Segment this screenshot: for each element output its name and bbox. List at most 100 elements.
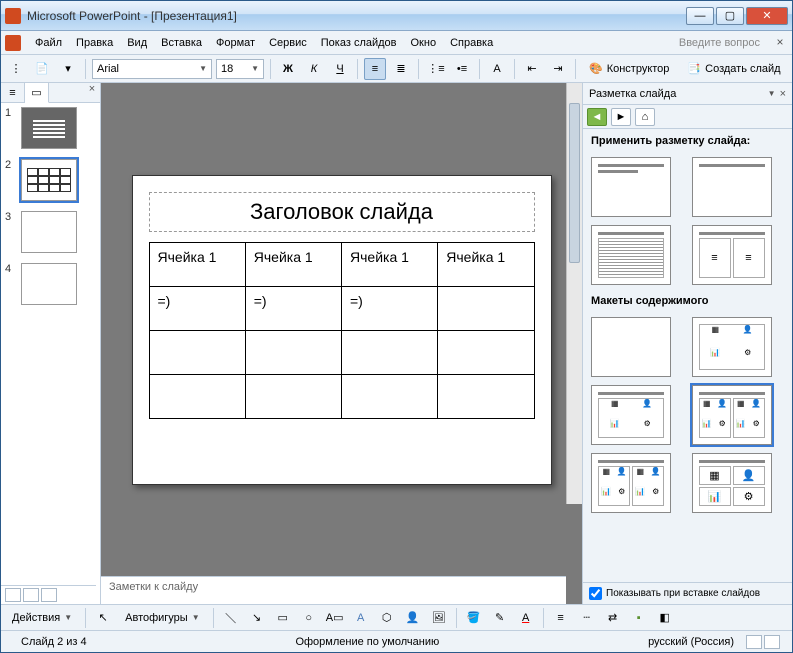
table-cell[interactable] — [438, 330, 534, 374]
new-slide-button[interactable]: 📑 Создать слайд — [680, 58, 787, 80]
font-grow-button[interactable]: A — [486, 58, 508, 80]
slide-title-placeholder[interactable]: Заголовок слайда — [149, 192, 535, 232]
designer-button[interactable]: 🎨 Конструктор — [582, 58, 676, 80]
menu-window[interactable]: Окно — [405, 34, 443, 52]
thumbnail[interactable] — [21, 107, 77, 149]
layout-title-content[interactable] — [591, 225, 671, 285]
autoshapes-menu[interactable]: Автофигуры ▼ — [118, 607, 207, 629]
align-left-button[interactable]: ≡ — [364, 58, 386, 80]
table-cell[interactable]: Ячейка 1 — [149, 242, 245, 286]
increase-indent-button[interactable]: ⇥ — [547, 58, 569, 80]
close-button[interactable]: ✕ — [746, 7, 788, 25]
table-cell[interactable]: Ячейка 1 — [438, 242, 534, 286]
table-cell[interactable]: Ячейка 1 — [342, 242, 438, 286]
font-color-icon[interactable]: A — [515, 607, 537, 629]
status-view-btn[interactable] — [746, 635, 762, 649]
arrow-style-icon[interactable]: ⇄ — [602, 607, 624, 629]
menu-insert[interactable]: Вставка — [155, 34, 208, 52]
table-cell[interactable]: Ячейка 1 — [245, 242, 341, 286]
italic-button[interactable]: К — [303, 58, 325, 80]
panel-close-icon[interactable]: × — [84, 83, 100, 102]
new-doc-icon[interactable]: 📄 — [31, 58, 53, 80]
bulleted-list-button[interactable]: •≡ — [451, 58, 473, 80]
picture-tool-icon[interactable]: 🖼 — [428, 607, 450, 629]
decrease-indent-button[interactable]: ⇤ — [521, 58, 543, 80]
thumbnail-row[interactable]: 3 — [5, 211, 96, 253]
line-color-icon[interactable]: ✎ — [489, 607, 511, 629]
underline-button[interactable]: Ч — [329, 58, 351, 80]
sorter-view-button[interactable] — [23, 588, 39, 602]
layout-four-content[interactable]: ▦👤📊⚙ — [692, 453, 772, 513]
chevron-down-icon[interactable]: ▼ — [768, 89, 776, 98]
thumbnail[interactable] — [21, 211, 77, 253]
outline-tab[interactable]: ≡ — [1, 83, 25, 102]
show-on-insert-checkbox[interactable] — [589, 587, 602, 600]
select-tool-icon[interactable]: ↖ — [92, 607, 114, 629]
table-cell[interactable] — [438, 286, 534, 330]
slide-canvas[interactable]: Заголовок слайда Ячейка 1 Ячейка 1 Ячейк… — [101, 83, 582, 576]
textbox-tool-icon[interactable]: A▭ — [324, 607, 346, 629]
task-close-icon[interactable]: × — [780, 88, 786, 100]
layout-title-two-content-icons[interactable]: ▦👤📊⚙▦👤📊⚙ — [692, 385, 772, 445]
table-cell[interactable] — [245, 374, 341, 418]
table-cell[interactable] — [149, 330, 245, 374]
font-size-select[interactable]: 18 ▼ — [216, 59, 264, 79]
fill-color-icon[interactable]: 🪣 — [463, 607, 485, 629]
status-view-btn[interactable] — [764, 635, 780, 649]
clipart-tool-icon[interactable]: 👤 — [402, 607, 424, 629]
slideshow-view-button[interactable] — [41, 588, 57, 602]
nav-back-button[interactable]: ◄ — [587, 108, 607, 126]
vertical-scrollbar[interactable] — [566, 83, 582, 504]
slide-table[interactable]: Ячейка 1 Ячейка 1 Ячейка 1 Ячейка 1 =) =… — [149, 242, 535, 419]
table-cell[interactable]: =) — [149, 286, 245, 330]
normal-view-button[interactable] — [5, 588, 21, 602]
layout-comparison[interactable]: ▦👤📊⚙▦👤📊⚙ — [591, 453, 671, 513]
thumbnail[interactable] — [21, 263, 77, 305]
thumbnail-row[interactable]: 1 — [5, 107, 96, 149]
menu-slideshow[interactable]: Показ слайдов — [315, 34, 403, 52]
table-cell[interactable] — [342, 330, 438, 374]
toolbar-handle-icon[interactable]: ⋮ — [5, 58, 27, 80]
font-select[interactable]: Arial ▼ — [92, 59, 212, 79]
align-center-button[interactable]: ≣ — [390, 58, 412, 80]
thumbnail-row[interactable]: 2 — [5, 159, 96, 201]
layout-content[interactable]: ▦👤📊⚙ — [692, 317, 772, 377]
scrollbar-thumb[interactable] — [569, 103, 580, 263]
3d-icon[interactable]: ◧ — [654, 607, 676, 629]
diagram-tool-icon[interactable]: ⬡ — [376, 607, 398, 629]
mdi-close-icon[interactable]: × — [772, 35, 788, 51]
table-cell[interactable] — [342, 374, 438, 418]
table-cell[interactable]: =) — [342, 286, 438, 330]
table-cell[interactable] — [245, 330, 341, 374]
menu-tools[interactable]: Сервис — [263, 34, 313, 52]
menu-help[interactable]: Справка — [444, 34, 499, 52]
layout-blank[interactable] — [591, 317, 671, 377]
actions-menu[interactable]: Действия ▼ — [5, 607, 79, 629]
nav-home-button[interactable]: ⌂ — [635, 108, 655, 126]
shadow-icon[interactable]: ▪ — [628, 607, 650, 629]
menu-file[interactable]: Файл — [29, 34, 68, 52]
bold-button[interactable]: Ж — [277, 58, 299, 80]
thumbnail[interactable] — [21, 159, 77, 201]
rectangle-tool-icon[interactable]: ▭ — [272, 607, 294, 629]
slides-tab[interactable]: ▭ — [25, 83, 49, 103]
menu-view[interactable]: Вид — [121, 34, 153, 52]
help-search[interactable]: Введите вопрос — [636, 35, 766, 51]
wordart-tool-icon[interactable]: A — [350, 607, 372, 629]
menu-edit[interactable]: Правка — [70, 34, 119, 52]
arrow-tool-icon[interactable]: ↘ — [246, 607, 268, 629]
maximize-button[interactable]: ▢ — [716, 7, 744, 25]
table-cell[interactable] — [149, 374, 245, 418]
menu-format[interactable]: Формат — [210, 34, 261, 52]
table-cell[interactable] — [438, 374, 534, 418]
dash-style-icon[interactable]: ┄ — [576, 607, 598, 629]
numbered-list-button[interactable]: ⋮≡ — [425, 58, 447, 80]
layout-title-slide[interactable] — [591, 157, 671, 217]
layout-title-content-icons[interactable]: ▦👤📊⚙ — [591, 385, 671, 445]
nav-forward-button[interactable]: ► — [611, 108, 631, 126]
oval-tool-icon[interactable]: ○ — [298, 607, 320, 629]
line-style-icon[interactable]: ≡ — [550, 607, 572, 629]
notes-pane[interactable]: Заметки к слайду — [101, 576, 566, 604]
table-cell[interactable]: =) — [245, 286, 341, 330]
layout-two-content[interactable]: ≡≡ — [692, 225, 772, 285]
